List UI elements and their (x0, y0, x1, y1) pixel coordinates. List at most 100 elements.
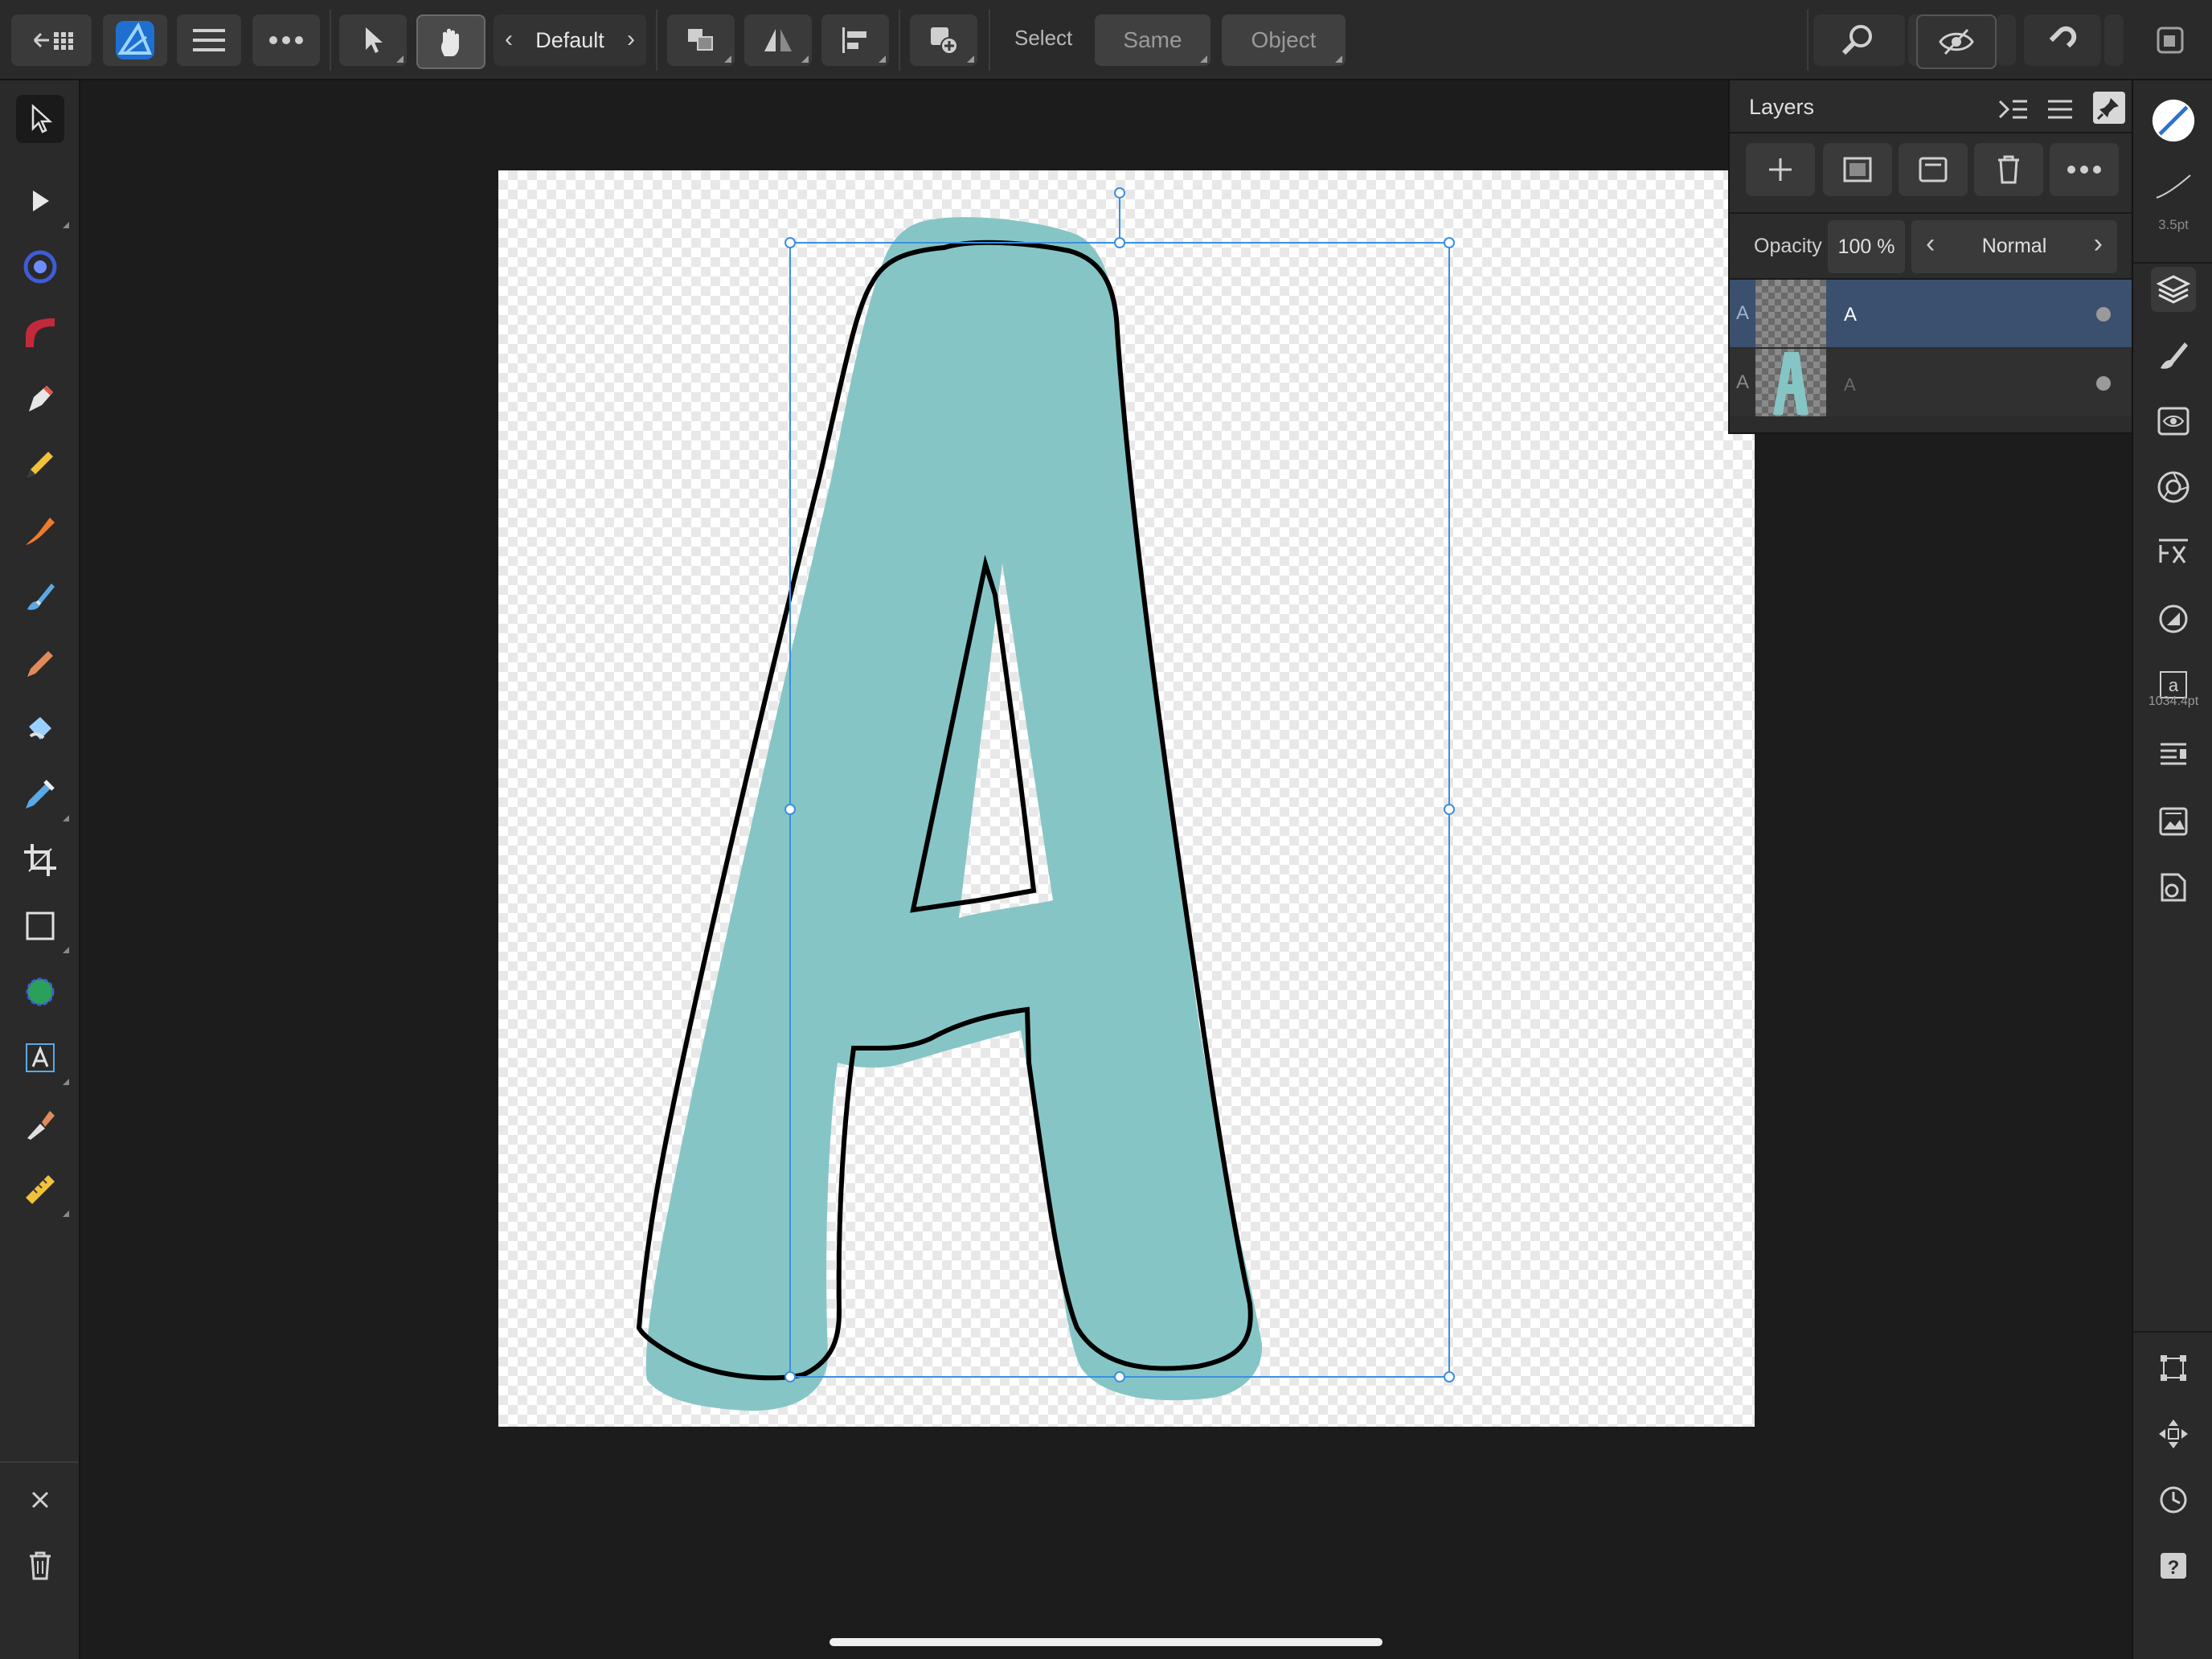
snapping-dropdown[interactable] (2104, 14, 2124, 66)
add-mask-button[interactable] (1823, 143, 1892, 196)
opacity-field[interactable]: 100 % (1828, 220, 1905, 273)
assets-icon (2159, 807, 2188, 836)
node-tool-icon (33, 190, 49, 211)
back-to-documents-button[interactable] (11, 14, 92, 66)
help-studio-button[interactable]: ? (2151, 1543, 2196, 1588)
assets-studio-button[interactable] (2151, 799, 2196, 844)
document-canvas[interactable] (498, 170, 1755, 1427)
corner-tool[interactable] (16, 243, 64, 291)
brushes-studio-button[interactable] (2151, 333, 2196, 378)
move-tool-icon (31, 104, 52, 133)
layers-studio-button[interactable] (2151, 267, 2196, 312)
snapping-icon (2049, 26, 2077, 48)
layer-type-icon: A (1736, 302, 1750, 324)
shape-builder-tool[interactable] (16, 968, 64, 1016)
visibility-dot[interactable] (2096, 307, 2111, 322)
crop-tool[interactable] (16, 836, 64, 884)
panel-menu-button[interactable] (2045, 95, 2077, 124)
layer-row[interactable]: A A (1730, 349, 2133, 416)
delete-button[interactable] (16, 1542, 64, 1590)
menu-button[interactable] (177, 14, 241, 66)
layer-type-icon: A (1736, 371, 1750, 393)
transform-studio-button[interactable] (2151, 1346, 2196, 1391)
insert-button[interactable] (910, 14, 977, 66)
layer-more-button[interactable] (2050, 143, 2119, 196)
pencil-tool[interactable] (16, 440, 64, 489)
collapse-icon (1998, 100, 2027, 119)
appearance-studio-button[interactable] (2151, 399, 2196, 444)
eyedropper-tool[interactable] (16, 1100, 64, 1148)
color-studio-button[interactable] (2151, 465, 2196, 510)
appearance-icon (2157, 407, 2189, 436)
delete-layer-button[interactable] (1974, 143, 2043, 196)
measure-tool[interactable] (16, 1165, 69, 1217)
view-mode-button[interactable] (1916, 14, 1997, 69)
home-indicator[interactable] (830, 1638, 1382, 1646)
close-icon (31, 1491, 49, 1509)
visibility-dot[interactable] (2096, 376, 2111, 391)
move-tool-icon (366, 27, 383, 53)
select-label: Select (1014, 26, 1073, 50)
move-tool-button[interactable] (339, 14, 407, 66)
layer-thumbnail (1755, 349, 1826, 416)
arrange-button[interactable] (667, 14, 735, 66)
collapse-panel-button[interactable] (1997, 95, 2029, 124)
document-settings-button[interactable] (2151, 865, 2196, 910)
adjustment-icon (2159, 604, 2188, 633)
navigator-studio-button[interactable] (2151, 1411, 2196, 1456)
stroke-width-label: 3.5pt (2158, 217, 2189, 232)
pin-panel-button[interactable] (2093, 92, 2125, 124)
effects-studio-button[interactable] (2151, 530, 2196, 576)
layer-thumbnail (1755, 280, 1826, 347)
pixel-brush-tool[interactable] (16, 638, 64, 686)
no-fill-swatch-icon (2152, 99, 2195, 142)
rectangle-tool[interactable] (16, 902, 69, 953)
help-icon: ? (2161, 1553, 2186, 1579)
paragraph-studio-button[interactable] (2151, 733, 2196, 778)
ruler-icon (26, 1175, 55, 1204)
persona-selector[interactable]: ‹ Default › (494, 14, 646, 66)
gesture-button[interactable] (416, 14, 485, 69)
fill-tool[interactable] (16, 704, 64, 752)
align-icon (842, 27, 866, 53)
color-wheel-icon (2157, 471, 2189, 503)
select-same-label: Same (1123, 27, 1182, 52)
history-studio-button[interactable] (2151, 1477, 2196, 1522)
select-object-label: Object (1251, 27, 1317, 52)
chevron-right-icon[interactable]: › (627, 26, 635, 53)
vector-brush-tool[interactable] (16, 506, 64, 555)
blend-mode-selector[interactable]: ‹ Normal › (1911, 220, 2117, 273)
svg-text:a: a (2169, 675, 2179, 695)
color-swatch-button[interactable] (2151, 98, 2196, 143)
move-tool[interactable] (16, 95, 64, 143)
pen-curve-tool[interactable] (16, 309, 64, 357)
chevron-right-icon[interactable]: › (2094, 228, 2103, 260)
flip-button[interactable] (744, 14, 812, 66)
stroke-button[interactable] (2151, 164, 2196, 209)
align-button[interactable] (821, 14, 889, 66)
layer-row[interactable]: A A (1730, 280, 2133, 347)
flip-icon (764, 29, 792, 51)
more-options-button[interactable] (252, 14, 320, 66)
app-persona-button[interactable] (103, 14, 167, 66)
stroke-icon (2156, 174, 2191, 199)
zoom-button[interactable] (1813, 14, 1905, 66)
select-same-button[interactable]: Same (1095, 14, 1210, 66)
pen-tool[interactable] (16, 375, 64, 423)
text-tool[interactable] (16, 1034, 69, 1085)
paint-brush-tool[interactable] (16, 572, 64, 621)
add-group-button[interactable] (1899, 143, 1968, 196)
window-mode-button[interactable] (2154, 24, 2186, 56)
layers-icon (2156, 275, 2191, 304)
chevron-left-icon[interactable]: ‹ (505, 26, 513, 53)
color-picker-tool[interactable] (16, 770, 69, 821)
add-layer-button[interactable] (1746, 143, 1815, 196)
snapping-button[interactable] (2024, 14, 2101, 66)
node-tool[interactable] (16, 177, 69, 228)
pencil-tool-icon (27, 452, 53, 477)
pin-icon (2096, 98, 2119, 121)
adjustment-studio-button[interactable] (2151, 596, 2196, 641)
select-object-button[interactable]: Object (1222, 14, 1346, 66)
close-button[interactable] (16, 1476, 64, 1524)
view-mode-dropdown[interactable] (1997, 14, 2016, 66)
